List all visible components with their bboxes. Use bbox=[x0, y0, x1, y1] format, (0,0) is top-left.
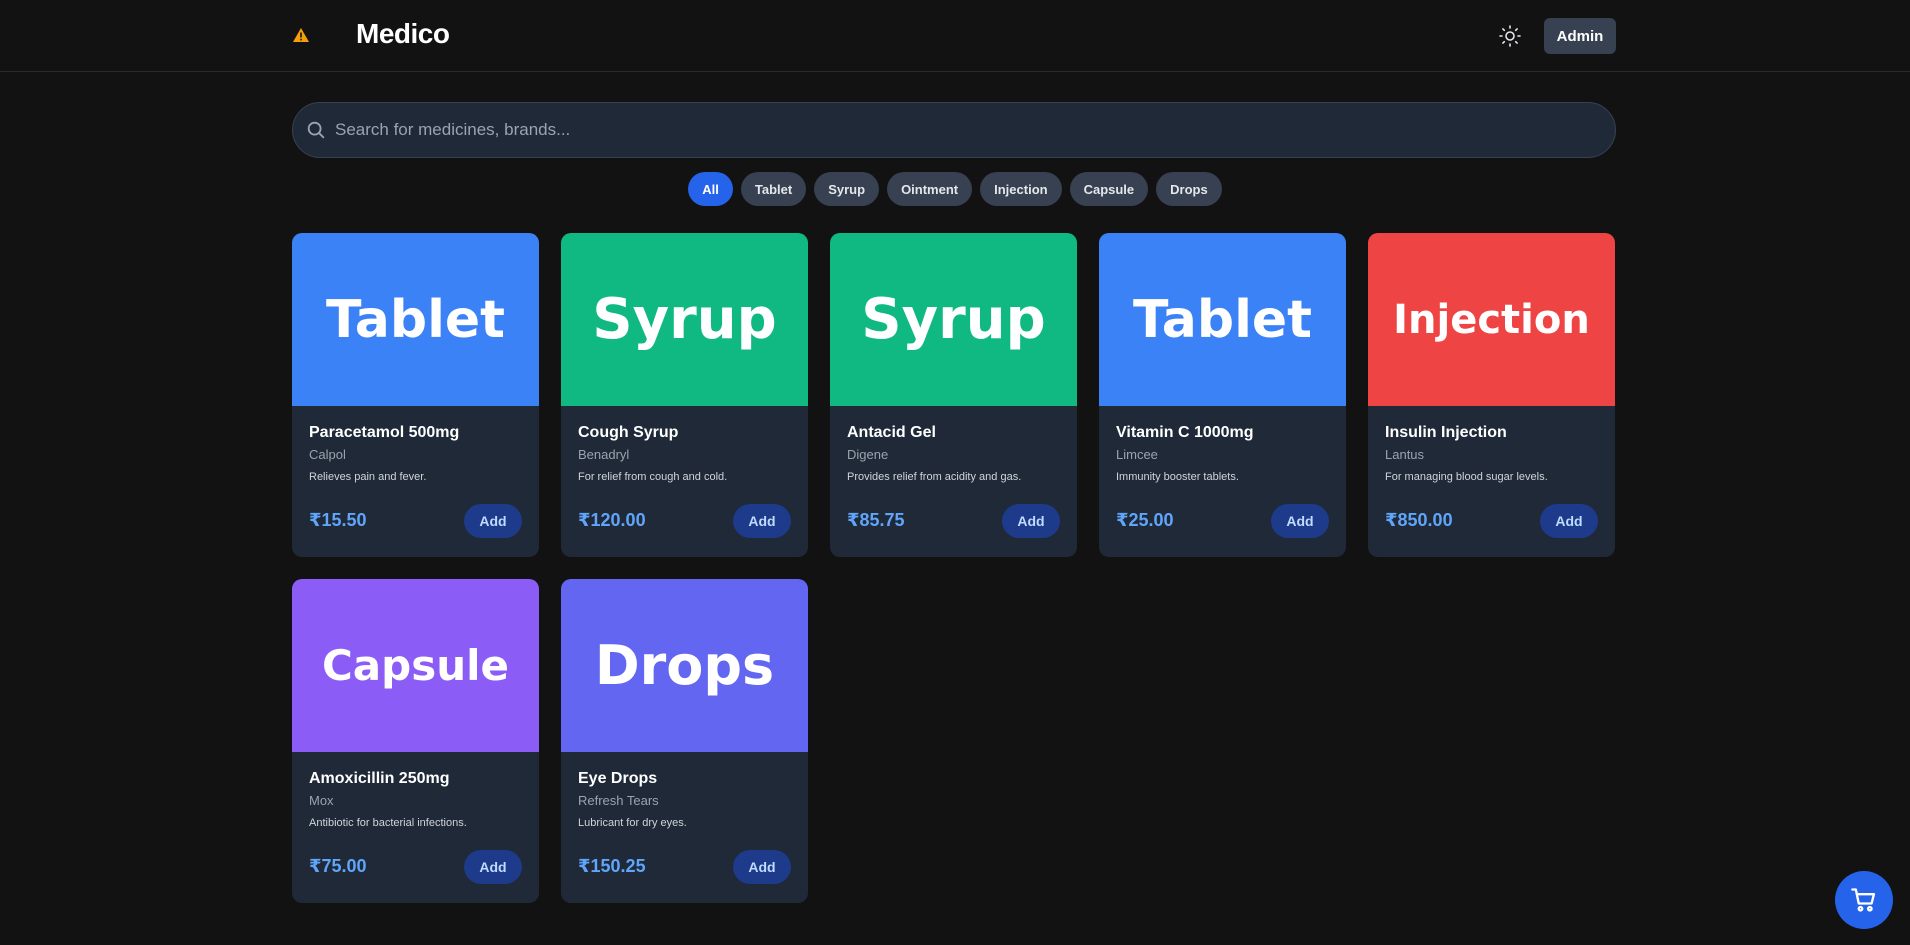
product-info: Amoxicillin 250mg Mox Antibiotic for bacte… bbox=[292, 752, 539, 903]
product-image: Syrup bbox=[830, 233, 1077, 406]
warning-triangle-icon bbox=[293, 28, 309, 42]
product-card[interactable]: Syrup Cough Syrup Benadryl For relief from … bbox=[561, 233, 808, 557]
product-description: Lubricant for dry eyes. bbox=[578, 817, 687, 829]
product-image: Syrup bbox=[561, 233, 808, 406]
product-description: For relief from cough and cold. bbox=[578, 471, 728, 483]
search-input[interactable] bbox=[335, 103, 1595, 157]
filter-chip-all[interactable]: All bbox=[688, 172, 733, 206]
search-bar[interactable] bbox=[292, 102, 1616, 158]
product-name: Paracetamol 500mg bbox=[309, 424, 460, 441]
product-card[interactable]: Tablet Paracetamol 500mg Calpol Relieves pa… bbox=[292, 233, 539, 557]
add-to-cart-button[interactable]: Add bbox=[733, 850, 791, 884]
product-price: ₹850.00 bbox=[1385, 510, 1453, 530]
product-description: Relieves pain and fever. bbox=[309, 471, 427, 483]
filter-chip-ointment[interactable]: Ointment bbox=[887, 172, 973, 206]
cart-button[interactable] bbox=[1835, 871, 1893, 929]
add-to-cart-button[interactable]: Add bbox=[733, 504, 791, 538]
product-brand: Benadryl bbox=[578, 447, 630, 462]
product-name: Vitamin C 1000mg bbox=[1116, 424, 1254, 441]
top-header: Medico Admin bbox=[0, 0, 1910, 72]
product-brand: Digene bbox=[847, 447, 889, 462]
product-info: Insulin Injection Lantus For managing bloo… bbox=[1368, 406, 1615, 557]
cart-icon bbox=[1851, 888, 1876, 912]
product-grid: Tablet Paracetamol 500mg Calpol Relieves pa… bbox=[292, 233, 1616, 903]
product-info: Paracetamol 500mg Calpol Relieves pain and… bbox=[292, 406, 539, 557]
product-card[interactable]: Drops Eye Drops Refresh Tears Lubricant for… bbox=[561, 579, 808, 903]
product-price: ₹85.75 bbox=[847, 510, 905, 530]
product-info: Antacid Gel Digene Provides relief from ac… bbox=[830, 406, 1077, 557]
product-name: Cough Syrup bbox=[578, 424, 679, 441]
filter-chip-drops[interactable]: Drops bbox=[1156, 172, 1222, 206]
product-name: Eye Drops bbox=[578, 770, 658, 787]
product-description: For managing blood sugar levels. bbox=[1385, 471, 1548, 483]
product-info: Cough Syrup Benadryl For relief from cough… bbox=[561, 406, 808, 557]
product-info: Eye Drops Refresh Tears Lubricant for dry … bbox=[561, 752, 808, 903]
product-description: Immunity booster tablets. bbox=[1116, 471, 1239, 483]
add-to-cart-button[interactable]: Add bbox=[1540, 504, 1598, 538]
product-card[interactable]: Tablet Vitamin C 1000mg Limcee Immunity boo… bbox=[1099, 233, 1346, 557]
admin-button[interactable]: Admin bbox=[1544, 18, 1616, 54]
product-price: ₹25.00 bbox=[1116, 510, 1174, 530]
category-filters: All Tablet Syrup Ointment Injection Capsule Dr… bbox=[0, 172, 1910, 206]
product-image: Tablet bbox=[292, 233, 539, 406]
add-to-cart-button[interactable]: Add bbox=[1002, 504, 1060, 538]
add-to-cart-button[interactable]: Add bbox=[464, 850, 522, 884]
brand-logo[interactable]: Medico bbox=[356, 18, 450, 50]
product-name: Amoxicillin 250mg bbox=[309, 770, 450, 787]
product-description: Provides relief from acidity and gas. bbox=[847, 471, 1022, 483]
product-card[interactable]: Capsule Amoxicillin 250mg Mox Antibiotic fo… bbox=[292, 579, 539, 903]
product-description: Antibiotic for bacterial infections. bbox=[309, 817, 467, 829]
filter-chip-capsule[interactable]: Capsule bbox=[1069, 172, 1149, 206]
add-to-cart-button[interactable]: Add bbox=[464, 504, 522, 538]
product-name: Insulin Injection bbox=[1385, 424, 1507, 441]
product-image: Capsule bbox=[292, 579, 539, 752]
search-icon bbox=[307, 121, 325, 139]
filter-chip-tablet[interactable]: Tablet bbox=[740, 172, 807, 206]
product-image: Tablet bbox=[1099, 233, 1346, 406]
product-brand: Mox bbox=[309, 793, 334, 808]
product-image: Injection bbox=[1368, 233, 1615, 406]
filter-chip-syrup[interactable]: Syrup bbox=[814, 172, 880, 206]
product-price: ₹75.00 bbox=[309, 856, 367, 876]
product-name: Antacid Gel bbox=[847, 424, 936, 441]
product-price: ₹150.25 bbox=[578, 856, 646, 876]
product-card[interactable]: Injection Insulin Injection Lantus For mana… bbox=[1368, 233, 1615, 557]
add-to-cart-button[interactable]: Add bbox=[1271, 504, 1329, 538]
product-brand: Calpol bbox=[309, 447, 346, 462]
product-price: ₹120.00 bbox=[578, 510, 646, 530]
sun-icon[interactable] bbox=[1498, 24, 1522, 48]
product-card[interactable]: Syrup Antacid Gel Digene Provides relief fr… bbox=[830, 233, 1077, 557]
product-brand: Refresh Tears bbox=[578, 793, 659, 808]
product-brand: Lantus bbox=[1385, 447, 1425, 462]
product-image: Drops bbox=[561, 579, 808, 752]
product-info: Vitamin C 1000mg Limcee Immunity booster t… bbox=[1099, 406, 1346, 557]
product-brand: Limcee bbox=[1116, 447, 1158, 462]
filter-chip-injection[interactable]: Injection bbox=[980, 172, 1062, 206]
product-price: ₹15.50 bbox=[309, 510, 367, 530]
